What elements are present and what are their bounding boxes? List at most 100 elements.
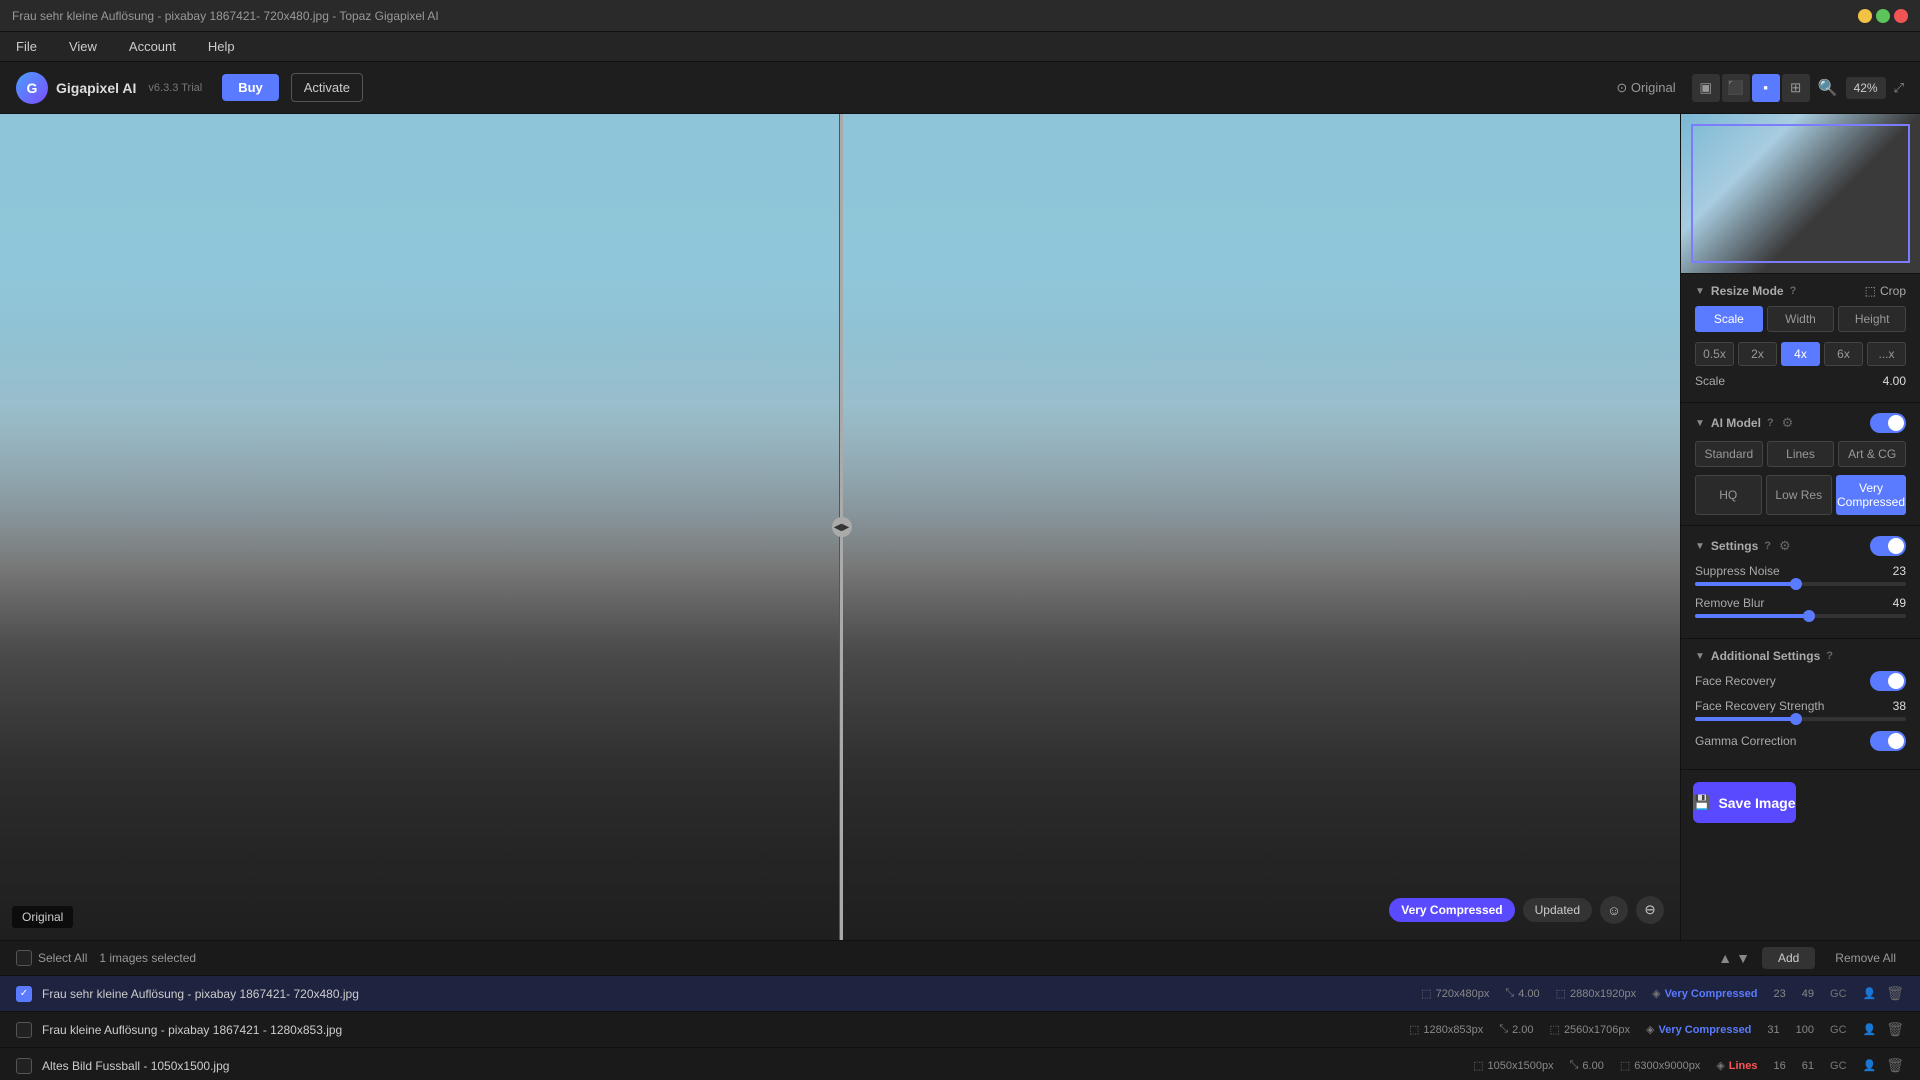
ai-settings-icon[interactable]: ⚙ [1782, 415, 1794, 431]
file-list-area: Select All 1 images selected ▲ ▼ Add Rem… [0, 940, 1920, 1080]
menu-file[interactable]: File [8, 35, 45, 58]
buy-button[interactable]: Buy [222, 74, 279, 101]
face-recovery-strength-track[interactable] [1695, 717, 1906, 721]
remove-blur-label: Remove Blur [1695, 596, 1764, 610]
suppress-noise-track[interactable] [1695, 582, 1906, 586]
crop-button[interactable]: ⬚ Crop [1865, 284, 1906, 298]
src-icon-1: ⬚ [1421, 987, 1431, 1000]
scale-row: Scale 4.00 [1695, 374, 1906, 388]
resize-mode-header: ▼ Resize Mode ? ⬚ Crop [1695, 284, 1906, 298]
canvas-right [841, 114, 1680, 940]
resize-help-icon[interactable]: ? [1790, 285, 1797, 297]
select-all-row[interactable]: Select All [16, 950, 87, 966]
badge-icon-btn1[interactable]: ☺ [1600, 896, 1628, 924]
scale-multiplier-buttons: 0.5x 2x 4x 6x ...x [1695, 342, 1906, 366]
menu-help[interactable]: Help [200, 35, 243, 58]
quality-very-compressed[interactable]: Very Compressed [1836, 475, 1906, 515]
canvas-split: Original ◀▶ [0, 114, 1680, 940]
model-quality-buttons: HQ Low Res Very Compressed [1695, 475, 1906, 515]
add-button[interactable]: Add [1762, 947, 1815, 969]
quality-hq[interactable]: HQ [1695, 475, 1762, 515]
scale-value: 4.00 [1883, 374, 1906, 388]
src-icon-2: ⬚ [1409, 1023, 1419, 1036]
scale-2: ⤡ 2.00 [1499, 1023, 1533, 1036]
src-res-value-1: 720x480px [1436, 988, 1490, 1000]
model-art-cg[interactable]: Art & CG [1838, 441, 1906, 467]
remove-blur-track[interactable] [1695, 614, 1906, 618]
scale-mode-width[interactable]: Width [1767, 306, 1835, 332]
suppress-noise-thumb[interactable] [1790, 578, 1802, 590]
processed-overlay [841, 114, 1680, 940]
thumbnail-area [1681, 114, 1920, 274]
file-checkbox-2[interactable] [16, 1022, 32, 1038]
scale-6x[interactable]: 6x [1824, 342, 1863, 366]
settings-toggle[interactable] [1870, 536, 1906, 556]
scale-mode-height[interactable]: Height [1838, 306, 1906, 332]
minimize-button[interactable] [1858, 9, 1872, 23]
close-button[interactable] [1894, 9, 1908, 23]
panel-scroll: ▼ Resize Mode ? ⬚ Crop Scale Width Heigh… [1681, 274, 1920, 940]
settings-help-icon[interactable]: ? [1764, 540, 1771, 552]
canvas-area[interactable]: Original ◀▶ Very Compressed Updated ☺ ⊖ [0, 114, 1680, 940]
file-delete-2[interactable]: 🗑 [1886, 1021, 1904, 1038]
view-split-h-button[interactable]: ▪ [1752, 74, 1780, 102]
select-all-checkbox[interactable] [16, 950, 32, 966]
file-row[interactable]: Altes Bild Fussball - 1050x1500.jpg ⬚ 10… [0, 1048, 1920, 1080]
zoom-out-icon[interactable]: 🔍 [1818, 78, 1838, 98]
file-row[interactable]: Frau kleine Auflösung - pixabay 1867421 … [0, 1012, 1920, 1048]
maximize-button[interactable] [1876, 9, 1890, 23]
gc-2: GC [1830, 1024, 1847, 1036]
file-row[interactable]: ✓ Frau sehr kleine Auflösung - pixabay 1… [0, 976, 1920, 1012]
updated-badge: Updated [1523, 898, 1592, 922]
scale-2x[interactable]: 2x [1738, 342, 1777, 366]
original-toggle[interactable]: ⊙ Original [1608, 76, 1683, 100]
blur-2: 100 [1796, 1024, 1814, 1036]
file-delete-1[interactable]: 🗑 [1886, 985, 1904, 1002]
settings-gear-icon[interactable]: ⚙ [1779, 538, 1791, 554]
scale-mode-scale[interactable]: Scale [1695, 306, 1763, 332]
model-standard[interactable]: Standard [1695, 441, 1763, 467]
menu-view[interactable]: View [61, 35, 105, 58]
activate-button[interactable]: Activate [291, 73, 363, 102]
remove-blur-thumb[interactable] [1803, 610, 1815, 622]
ai-help-icon[interactable]: ? [1767, 417, 1774, 429]
app-header: G Gigapixel AI v6.3.3 Trial Buy Activate… [0, 62, 1920, 114]
scale-4x[interactable]: 4x [1781, 342, 1820, 366]
out-res-value-1: 2880x1920px [1570, 988, 1636, 1000]
view-single-button[interactable]: ▣ [1692, 74, 1720, 102]
face-recovery-toggle[interactable] [1870, 671, 1906, 691]
remove-all-button[interactable]: Remove All [1827, 947, 1904, 969]
person-icon-2: 👤 [1863, 1023, 1877, 1036]
save-image-button[interactable]: 💾 Save Image [1693, 782, 1796, 823]
title-text: Frau sehr kleine Auflösung - pixabay 186… [12, 9, 439, 23]
right-panel: ▼ Resize Mode ? ⬚ Crop Scale Width Heigh… [1680, 114, 1920, 940]
file-delete-3[interactable]: 🗑 [1886, 1057, 1904, 1074]
nav-down-button[interactable]: ▼ [1736, 950, 1750, 966]
quality-low-res[interactable]: Low Res [1766, 475, 1833, 515]
gamma-correction-toggle[interactable] [1870, 731, 1906, 751]
scale-0-5x[interactable]: 0.5x [1695, 342, 1734, 366]
menu-account[interactable]: Account [121, 35, 184, 58]
file-checkbox-1[interactable]: ✓ [16, 986, 32, 1002]
ai-model-toggle[interactable] [1870, 413, 1906, 433]
additional-chevron-icon: ▼ [1695, 651, 1705, 662]
view-split-v-button[interactable]: ⬛ [1722, 74, 1750, 102]
scale-icon-1: ⤡ [1505, 987, 1514, 1000]
suppress-noise-value: 23 [1893, 564, 1906, 578]
scale-custom[interactable]: ...x [1867, 342, 1906, 366]
select-all-label: Select All [38, 951, 87, 965]
model-lines[interactable]: Lines [1767, 441, 1835, 467]
selected-info: 1 images selected [99, 951, 196, 965]
src-res-value-2: 1280x853px [1423, 1024, 1483, 1036]
nav-up-button[interactable]: ▲ [1718, 950, 1732, 966]
noise-2: 31 [1767, 1024, 1779, 1036]
badge-icon-btn2[interactable]: ⊖ [1636, 896, 1664, 924]
view-grid-button[interactable]: ⊞ [1782, 74, 1810, 102]
split-divider[interactable]: ◀▶ [840, 114, 843, 940]
suppress-noise-fill [1695, 582, 1796, 586]
face-recovery-strength-thumb[interactable] [1790, 713, 1802, 725]
file-checkbox-3[interactable] [16, 1058, 32, 1074]
person-icon-1: 👤 [1863, 987, 1877, 1000]
zoom-expand-icon[interactable]: ⤢ [1894, 80, 1904, 96]
additional-help-icon[interactable]: ? [1826, 650, 1833, 662]
